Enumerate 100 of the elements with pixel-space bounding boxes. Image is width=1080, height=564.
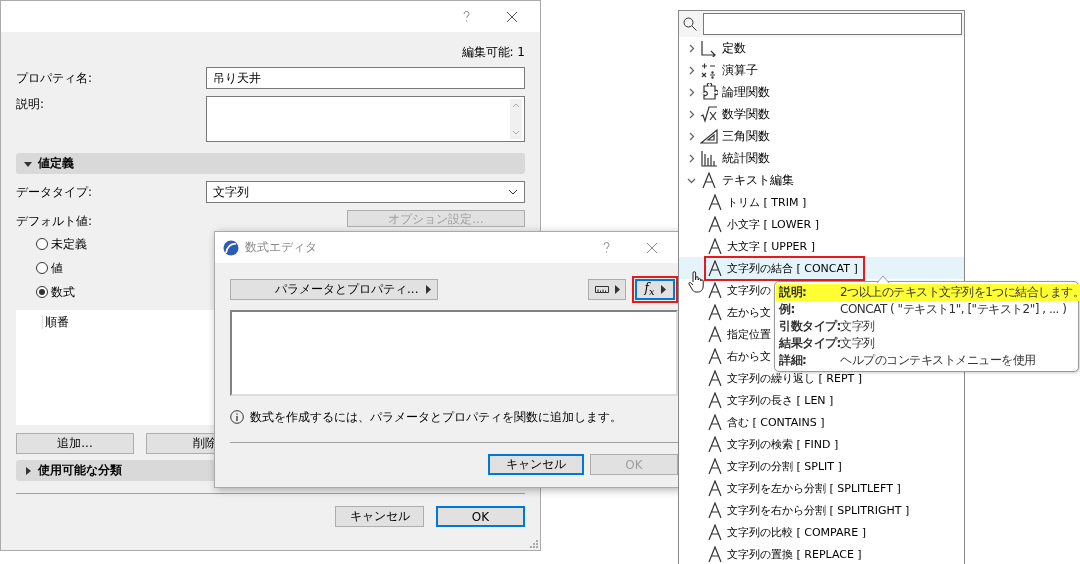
resize-grip-icon[interactable] — [529, 539, 538, 548]
info-icon — [230, 410, 244, 424]
tree-item[interactable]: 三角関数 — [700, 126, 774, 146]
field-label: データタイプ: — [16, 183, 94, 201]
chevron-down-icon — [508, 189, 518, 195]
letter-a-icon — [707, 523, 723, 541]
submenu-arrow-icon — [426, 284, 431, 294]
letter-a-icon — [707, 303, 723, 321]
letter-a-icon — [707, 501, 723, 519]
tree-item[interactable]: 大文字 [ UPPER ] — [707, 236, 819, 256]
info-text: 数式を作成するには、パラメータとプロパティを関数に追加します。 — [250, 408, 622, 426]
tree-item[interactable]: 文字列を左から分割 [ SPLITLEFT ] — [707, 478, 905, 498]
units-button[interactable] — [588, 278, 626, 300]
field-label: 説明: — [16, 96, 46, 113]
tree-item[interactable]: 小文字 [ LOWER ] — [707, 214, 823, 234]
property-name-field[interactable]: 吊り天井 — [206, 67, 525, 89]
puzzle-icon — [700, 83, 718, 101]
operator-icon — [700, 61, 718, 79]
app-logo-icon — [223, 239, 239, 256]
tree-item[interactable]: 右から文 — [707, 346, 775, 366]
close-icon[interactable] — [646, 241, 658, 254]
tree-item[interactable]: 文字列の繰り返し [ REPT ] — [707, 368, 867, 388]
tooltip-value: 2つ以上のテキスト文字列を1つに結合します。 — [840, 284, 1080, 301]
tree-item[interactable]: 論理関数 — [700, 82, 774, 102]
tree-item[interactable]: 文字列の検索 [ FIND ] — [707, 434, 843, 454]
tree-item[interactable]: 数学関数 — [700, 104, 774, 124]
letter-a-icon — [707, 347, 723, 365]
tooltip-value: 文字列 — [840, 318, 875, 335]
letter-a-icon — [707, 281, 723, 299]
help-icon[interactable] — [602, 242, 610, 253]
radio-label: 値 — [51, 259, 63, 277]
edit-count: 編集可能: 1 — [461, 43, 525, 61]
tree-item[interactable]: 文字列の分割 [ SPLIT ] — [707, 456, 846, 476]
close-icon[interactable] — [506, 10, 518, 23]
list-item[interactable]: 順番 — [42, 315, 69, 329]
letter-a-icon — [707, 413, 723, 431]
tree-item[interactable]: 文字列の — [707, 280, 775, 300]
root-icon — [700, 105, 718, 123]
hand-cursor-icon — [688, 270, 704, 294]
chevron-right-icon[interactable] — [687, 131, 696, 141]
data-type-dropdown[interactable]: 文字列 — [206, 181, 525, 203]
search-field[interactable] — [703, 13, 962, 35]
formula-input[interactable] — [230, 310, 678, 396]
letter-a-icon — [707, 435, 723, 453]
triangle-ruler-icon — [700, 127, 718, 145]
function-button[interactable]: f$_{x}$ — [635, 278, 675, 300]
parameters-button[interactable]: パラメータとプロパティ... — [230, 278, 438, 300]
tree-item[interactable]: 文字列の長さ [ LEN ] — [707, 390, 838, 410]
ruler-icon — [594, 285, 609, 293]
tree-item[interactable]: 統計関数 — [700, 148, 774, 168]
add-button[interactable]: 追加... — [16, 433, 134, 454]
section-title: 値定義 — [38, 155, 74, 172]
tooltip-label: 説明: — [778, 284, 808, 301]
scrollbar-drawing — [510, 99, 522, 139]
chevron-right-icon[interactable] — [687, 87, 696, 97]
tree-item[interactable]: 定数 — [700, 38, 750, 58]
letter-a-icon — [707, 369, 723, 387]
tooltip-label: 結果タイプ: — [778, 335, 840, 352]
radio-button[interactable] — [36, 238, 48, 250]
tree-item[interactable]: 文字列の結合 [ CONCAT ] — [707, 258, 862, 278]
letter-a-icon — [700, 171, 718, 189]
tooltip-value: CONCAT ( "テキスト1", ["テキスト2"] , ... ) — [840, 301, 1067, 318]
submenu-arrow-icon — [614, 284, 620, 294]
radio-label: 数式 — [51, 283, 75, 301]
letter-a-icon — [707, 215, 723, 233]
radio-button[interactable] — [36, 262, 48, 274]
ok-button[interactable]: OK — [436, 506, 525, 527]
radio-label: 未定義 — [51, 235, 87, 253]
window-title: 数式エディタ — [245, 239, 318, 256]
chevron-right-icon[interactable] — [687, 65, 696, 75]
bar-chart-icon — [700, 149, 718, 167]
letter-a-icon — [707, 259, 723, 277]
section-header[interactable]: 値定義 — [16, 153, 525, 174]
tree-item[interactable]: 文字列の置換 [ REPLACE ] — [707, 544, 866, 564]
tree-item[interactable]: 演算子 — [700, 60, 762, 80]
tree-item[interactable]: テキスト編集 — [700, 170, 798, 190]
chevron-right-icon[interactable] — [687, 109, 696, 119]
chevron-right-icon[interactable] — [687, 153, 696, 163]
radio-button[interactable] — [36, 286, 48, 298]
help-icon[interactable] — [462, 11, 470, 22]
letter-a-icon — [707, 545, 723, 563]
submenu-arrow-icon — [660, 284, 666, 294]
search-icon — [683, 17, 697, 31]
tooltip-value: ヘルプのコンテキストメニューを使用 — [840, 352, 1036, 369]
cancel-button[interactable]: キャンセル — [488, 454, 584, 475]
constant-icon — [700, 39, 718, 57]
highlighted-row[interactable]: 文字列の結合 [ CONCAT ] — [679, 257, 964, 279]
description-field[interactable] — [206, 96, 525, 142]
tree-item[interactable]: 文字列の比較 [ COMPARE ] — [707, 522, 870, 542]
cancel-button[interactable]: キャンセル — [335, 506, 424, 527]
letter-a-icon — [707, 391, 723, 409]
tree-item[interactable]: トリム [ TRIM ] — [707, 192, 811, 212]
tooltip-label: 引数タイプ: — [778, 318, 840, 335]
tree-item[interactable]: 左から文 — [707, 302, 775, 322]
tooltip-label: 例: — [778, 301, 796, 318]
tree-item[interactable]: 含む [ CONTAINS ] — [707, 412, 829, 432]
tree-item[interactable]: 文字列を右から分割 [ SPLITRIGHT ] — [707, 500, 914, 520]
chevron-right-icon[interactable] — [687, 43, 696, 53]
tooltip-label: 詳細: — [778, 352, 808, 369]
tree-item[interactable]: 指定位置 — [707, 324, 775, 344]
